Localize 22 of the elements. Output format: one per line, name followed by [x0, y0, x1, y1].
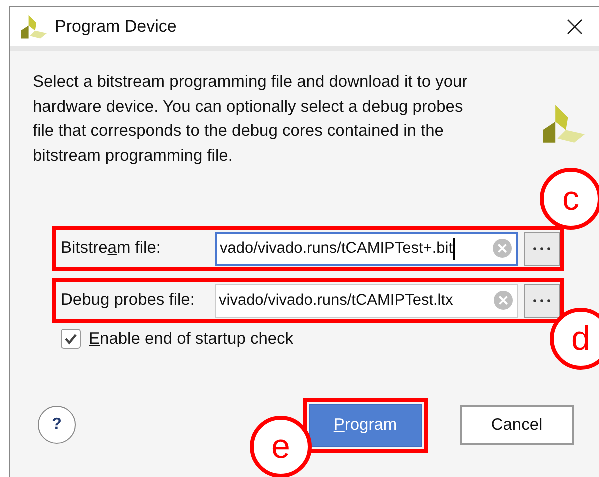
file-path-field[interactable]: vado/vivado.runs/tCAMIPTest+.bit [215, 232, 518, 266]
clear-icon[interactable] [493, 239, 512, 258]
browse-button[interactable] [524, 284, 560, 318]
checkbox[interactable] [61, 329, 81, 350]
program-button[interactable]: Program [309, 404, 422, 447]
description-text: Select a bitstream programming file and download it to your hardware device. You can optionally select a debug probes file that corresponds to the debug cores contained in the bitstream programming file. [33, 72, 469, 166]
app-logo-icon [21, 14, 47, 40]
cancel-button[interactable]: Cancel [460, 405, 574, 446]
field-label: Bitstream file: [61, 238, 162, 260]
clear-icon[interactable] [494, 291, 513, 310]
file-path-field[interactable]: vivado/vivado.runs/tCAMIPTest.ltx [215, 284, 518, 318]
window-title: Program Device [55, 16, 177, 38]
field-label: Debug probes file: [61, 290, 196, 312]
check-icon [64, 332, 78, 346]
close-icon[interactable] [567, 18, 583, 34]
checkbox-label: Enable end of startup check [89, 329, 294, 350]
help-button[interactable]: ? [38, 406, 76, 444]
ellipsis-icon [533, 246, 551, 250]
browse-button[interactable] [524, 232, 560, 266]
text-cursor [453, 238, 456, 260]
ellipsis-icon [533, 298, 551, 302]
app-logo-icon [543, 103, 585, 145]
